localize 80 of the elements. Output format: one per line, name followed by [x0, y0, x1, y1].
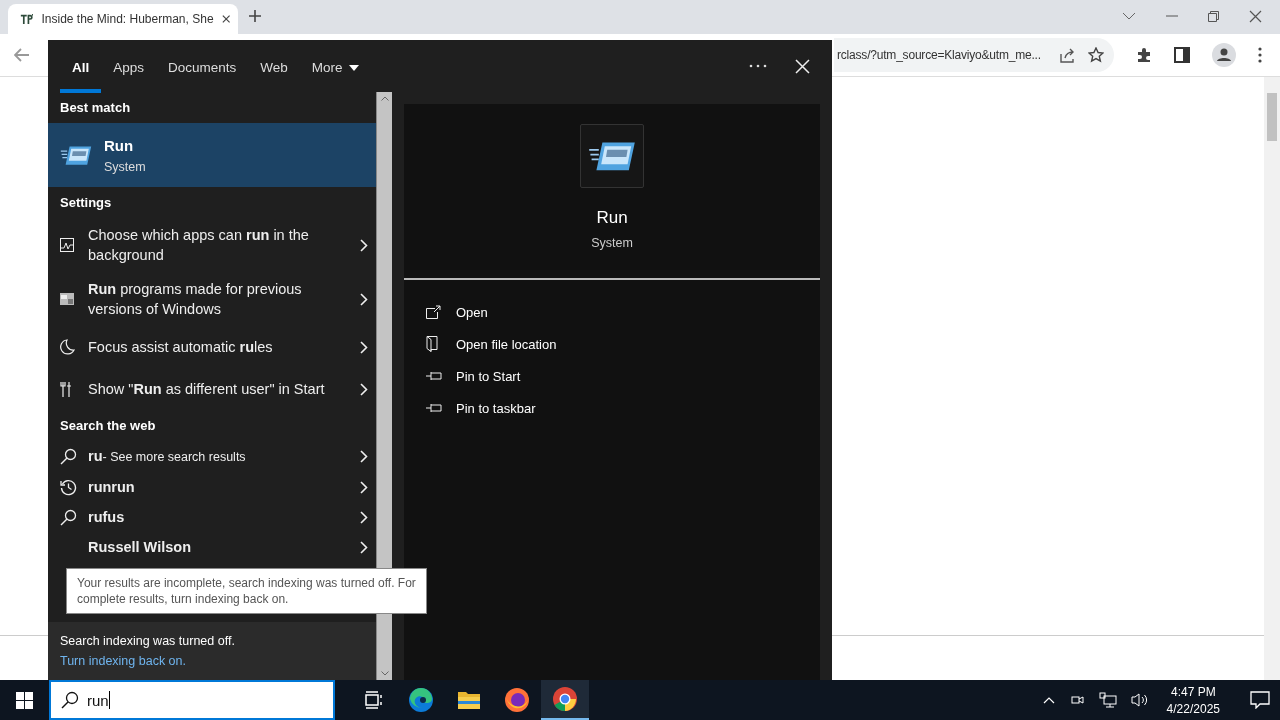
chevron-right-icon — [360, 382, 368, 396]
site-logo-icon — [20, 12, 34, 26]
action-item[interactable]: Open — [426, 296, 820, 328]
tooltip: Your results are incomplete, search indexing was turned off. For complete results, turn indexing back on. — [66, 568, 427, 614]
action-item[interactable]: Pin to Start — [426, 360, 820, 392]
back-arrow-icon[interactable] — [14, 48, 30, 62]
app-subtitle: System — [591, 236, 633, 250]
chevron-right-icon — [360, 340, 368, 354]
tools-icon — [60, 380, 72, 398]
app-window-icon — [60, 293, 74, 305]
filter-tab[interactable]: Documents — [156, 45, 249, 93]
taskbar-app[interactable] — [541, 680, 589, 720]
browser-tab[interactable]: Inside the Mind: Huberman, She — [8, 4, 238, 34]
notice-text: Search indexing was turned off. — [60, 634, 236, 648]
app-title: Run — [596, 208, 628, 228]
history-icon — [60, 478, 77, 496]
indexing-link[interactable]: Turn indexing back on. — [60, 654, 376, 668]
chevron-up-icon[interactable] — [1042, 696, 1055, 704]
share-icon[interactable] — [1060, 47, 1076, 63]
web-result[interactable]: ru- See more search results — [48, 441, 376, 472]
scroll-down-icon[interactable] — [380, 671, 389, 676]
action-item[interactable]: Pin to taskbar — [426, 392, 820, 424]
new-tab-icon[interactable] — [248, 9, 262, 23]
filter-tab[interactable]: Web — [248, 45, 300, 93]
section-heading: Best match — [59, 99, 132, 117]
chevron-right-icon — [360, 450, 368, 463]
search-icon — [60, 448, 77, 465]
filter-tab[interactable]: More — [299, 45, 371, 93]
chrome-logo-icon — [552, 686, 578, 712]
profile-icon[interactable] — [1212, 43, 1236, 67]
pin-icon — [426, 403, 442, 413]
restore-icon[interactable] — [1208, 10, 1219, 22]
best-match-result[interactable]: Run System — [48, 123, 376, 187]
chevron-right-icon — [360, 510, 368, 524]
windows-logo-icon[interactable] — [16, 691, 33, 709]
action-item[interactable]: Open file location — [426, 328, 820, 360]
close-icon[interactable] — [221, 14, 230, 24]
chevron-down-icon[interactable] — [1122, 12, 1136, 20]
search-field[interactable]: run — [49, 680, 335, 720]
chevron-right-icon — [360, 540, 368, 554]
run-app-icon — [60, 143, 92, 167]
notification-icon[interactable] — [1250, 691, 1270, 709]
web-result[interactable]: Russell Wilson — [48, 532, 376, 562]
clock-date: 4/22/2025 — [1166, 701, 1220, 716]
moon-icon — [60, 339, 75, 355]
scrollbar[interactable] — [376, 92, 392, 680]
activity-chart-icon — [60, 238, 74, 252]
file-location-icon — [426, 336, 438, 352]
scrollbar[interactable] — [1264, 77, 1280, 680]
firefox-logo-icon — [504, 687, 530, 713]
side-panel-icon[interactable] — [1174, 47, 1190, 63]
web-result[interactable]: rufus — [48, 502, 376, 532]
task-view-icon — [363, 691, 383, 709]
settings-result[interactable]: Run programs made for previous versions of Windows — [48, 272, 376, 326]
filter-tab[interactable]: Apps — [101, 45, 157, 93]
more-options-icon[interactable] — [749, 64, 767, 68]
scroll-up-icon[interactable] — [380, 96, 389, 101]
open-external-icon — [426, 305, 441, 319]
folder-icon — [457, 690, 481, 710]
pin-icon — [426, 371, 442, 381]
chevron-right-icon — [360, 292, 368, 306]
edge-logo-icon — [408, 687, 434, 713]
menu-icon[interactable] — [1258, 47, 1262, 63]
section-heading: Search the web — [59, 417, 157, 435]
chevron-right-icon — [360, 480, 368, 494]
network-icon[interactable] — [1098, 692, 1117, 708]
star-icon[interactable] — [1088, 47, 1104, 63]
search-icon — [61, 691, 79, 709]
clock-time: 4:47 PM — [1170, 684, 1216, 699]
search-icon — [60, 508, 77, 526]
address-bar[interactable]: rclass/?utm_source=Klaviyo&utm_me... — [834, 38, 1114, 72]
speaker-icon[interactable] — [1130, 692, 1149, 708]
puzzle-icon[interactable] — [1136, 47, 1152, 63]
settings-result[interactable]: Choose which apps can run in the background — [48, 218, 376, 272]
filter-tab[interactable]: All — [60, 45, 102, 93]
chevron-right-icon — [360, 238, 368, 252]
settings-result[interactable]: Show "Run as different user" in Start — [48, 368, 376, 410]
web-result[interactable]: runrun — [48, 472, 376, 502]
settings-result[interactable]: Focus assist automatic rules — [48, 326, 376, 368]
section-heading: Settings — [59, 194, 113, 212]
